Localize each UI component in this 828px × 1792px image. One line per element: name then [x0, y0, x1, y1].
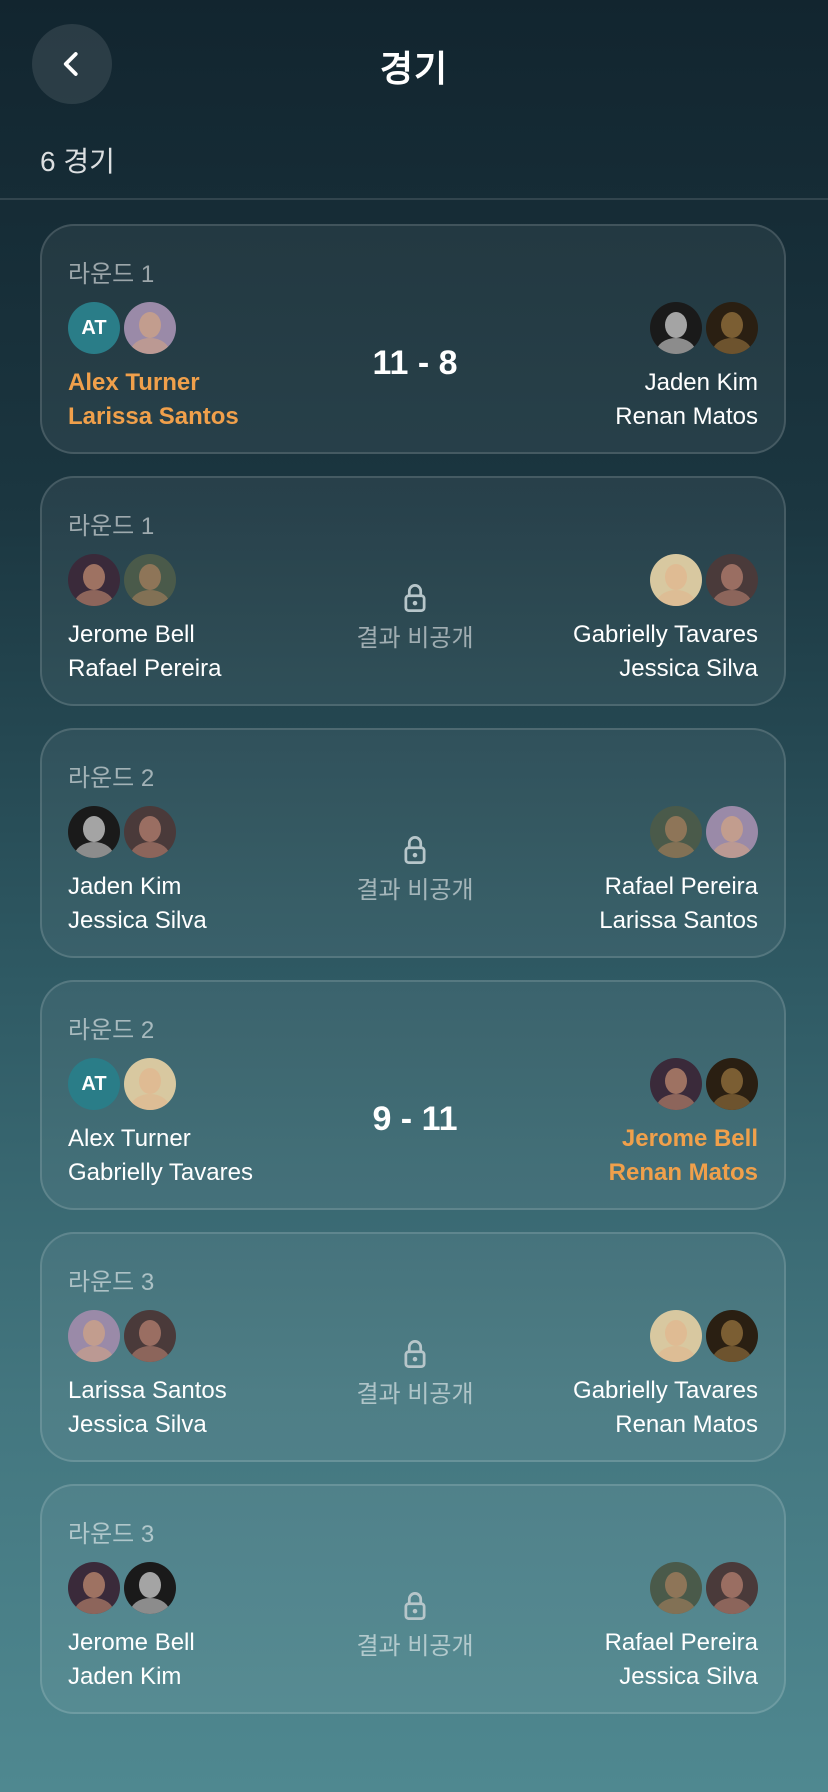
player-name: Renan Matos — [615, 403, 758, 430]
player-name: Rafael Pereira — [68, 655, 222, 682]
round-label: 라운드 1 — [68, 261, 155, 288]
player-name: Jessica Silva — [68, 907, 207, 934]
player-name: Larissa Santos — [68, 403, 239, 430]
match-score: 11 - 8 — [372, 344, 458, 382]
round-label: 라운드 2 — [68, 765, 155, 792]
face-shape — [139, 312, 161, 338]
player-name: Renan Matos — [615, 1411, 758, 1438]
result-private-label: 결과 비공개 — [356, 1633, 474, 1660]
result-private-label: 결과 비공개 — [356, 1381, 474, 1408]
result-private-label: 결과 비공개 — [356, 625, 474, 652]
player-name: Jaden Kim — [68, 1663, 182, 1690]
result-private: 결과 비공개 — [42, 582, 788, 653]
match-list: 라운드 1 AT Alex Turner Larissa Santos Jaden Ki… — [40, 224, 788, 1736]
player-name: Jessica Silva — [68, 1411, 207, 1438]
lock-icon — [404, 1592, 426, 1620]
face-shape — [665, 312, 687, 338]
result-private: 결과 비공개 — [42, 1338, 788, 1409]
lock-icon — [404, 584, 426, 612]
divider — [0, 198, 828, 200]
match-card[interactable]: 라운드 2 Jaden Kim Jessica Silva Rafael Pereir… — [40, 728, 786, 958]
page-title: 경기 — [379, 48, 449, 89]
player-name: Larissa Santos — [599, 907, 758, 934]
face-shape — [139, 1068, 161, 1094]
player-name: Jessica Silva — [619, 1663, 758, 1690]
face-shape — [721, 312, 743, 338]
round-label: 라운드 3 — [68, 1269, 155, 1296]
round-label: 라운드 1 — [68, 513, 155, 540]
match-card[interactable]: 라운드 1 Jerome Bell Rafael Pereira Gabrielly … — [40, 476, 786, 706]
lock-icon — [404, 836, 426, 864]
result-private: 결과 비공개 — [42, 834, 788, 905]
match-card[interactable]: 라운드 2 AT Alex Turner Gabrielly Tavares Jerom… — [40, 980, 786, 1210]
lock-icon — [404, 1340, 426, 1368]
result-private: 결과 비공개 — [42, 1590, 788, 1661]
player-name: Renan Matos — [608, 1159, 758, 1186]
face-shape — [665, 1068, 687, 1094]
match-card[interactable]: 라운드 3 Larissa Santos Jessica Silva Gabriell… — [40, 1232, 786, 1462]
header: 경기 — [0, 0, 828, 130]
face-shape — [721, 1068, 743, 1094]
round-label: 라운드 2 — [68, 1017, 155, 1044]
player-name: Jessica Silva — [619, 655, 758, 682]
player-name: Gabrielly Tavares — [68, 1159, 253, 1186]
result-private-label: 결과 비공개 — [356, 877, 474, 904]
round-label: 라운드 3 — [68, 1521, 155, 1548]
match-score: 9 - 11 — [372, 1100, 458, 1138]
match-count: 6 경기 — [40, 146, 115, 177]
match-card[interactable]: 라운드 3 Jerome Bell Jaden Kim Rafael Pereira J… — [40, 1484, 786, 1714]
match-card[interactable]: 라운드 1 AT Alex Turner Larissa Santos Jaden Ki… — [40, 224, 786, 454]
